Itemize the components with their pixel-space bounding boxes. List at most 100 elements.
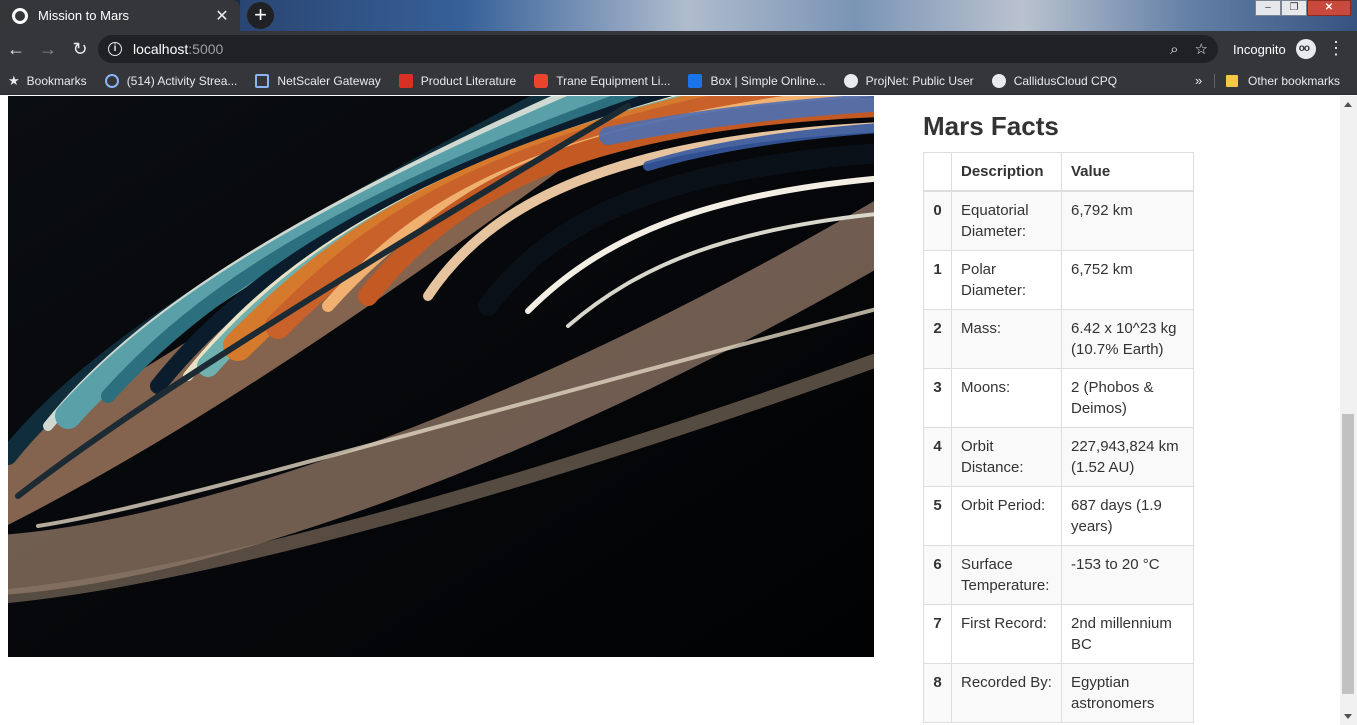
row-description: First Record:	[951, 604, 1062, 664]
row-index: 8	[923, 663, 952, 723]
row-description: Orbit Period:	[951, 486, 1062, 546]
chevron-right-icon[interactable]: »	[1195, 67, 1202, 95]
rings-image	[8, 96, 874, 657]
other-bookmarks-label: Other bookmarks	[1248, 74, 1341, 88]
back-button[interactable]: ←	[0, 33, 32, 65]
globe-icon	[12, 7, 28, 24]
folder-icon	[1226, 75, 1238, 87]
bookmarks-bar: ★ Bookmarks (514) Activity Strea... NetS…	[0, 67, 1357, 95]
restore-button[interactable]: ❐	[1281, 0, 1307, 16]
row-description: Surface Temperature:	[951, 545, 1062, 605]
row-description: Orbit Distance:	[951, 427, 1062, 487]
trane-icon	[534, 73, 549, 88]
box-icon	[688, 73, 703, 88]
menu-icon[interactable]: ⋮	[1327, 31, 1345, 67]
tab-strip: Mission to Mars ✕ + – ❐ ✕	[0, 0, 1357, 31]
tab-title: Mission to Mars	[38, 8, 130, 23]
row-value: 6,792 km	[1061, 190, 1194, 251]
row-value: -153 to 20 °C	[1061, 545, 1194, 605]
bookmark-item-product-literature[interactable]: Product Literature	[398, 67, 517, 95]
reload-button[interactable]: ↻	[64, 33, 96, 65]
bookmark-label: (514) Activity Strea...	[126, 73, 238, 88]
table-row: 6 Surface Temperature: -153 to 20 °C	[923, 545, 1194, 605]
bookmark-item-activity-stream[interactable]: (514) Activity Strea...	[104, 67, 238, 95]
table-row: 7 First Record: 2nd millennium BC	[923, 604, 1194, 664]
page-scrollbar[interactable]	[1340, 96, 1357, 725]
row-index: 1	[923, 250, 952, 310]
bookmark-item-projnet[interactable]: ProjNet: Public User	[843, 67, 974, 95]
row-index: 6	[923, 545, 952, 605]
row-value: 2 (Phobos & Deimos)	[1061, 368, 1194, 428]
tab-mission-to-mars[interactable]: Mission to Mars ✕	[0, 0, 240, 31]
bookmark-label: Box | Simple Online...	[710, 73, 826, 88]
bookmark-item-calliduscloud[interactable]: CallidusCloud CPQ	[991, 67, 1118, 95]
bookmark-label: CallidusCloud CPQ	[1013, 73, 1118, 88]
table-row: 8 Recorded By: Egyptian astronomers	[923, 663, 1194, 723]
incognito-label: Incognito	[1233, 41, 1286, 57]
column-header-description: Description	[951, 152, 1062, 192]
bookmark-label: Bookmarks	[26, 73, 87, 88]
featured-image	[8, 96, 874, 657]
address-bar[interactable]: i localhost:5000 ⌕ ☆	[98, 35, 1218, 63]
row-index: 7	[923, 604, 952, 664]
row-value: 6,752 km	[1061, 250, 1194, 310]
table-row: 5 Orbit Period: 687 days (1.9 years)	[923, 486, 1194, 546]
minimize-button[interactable]: –	[1255, 0, 1281, 16]
row-description: Mass:	[951, 309, 1062, 369]
scroll-down-arrow-icon[interactable]	[1344, 714, 1352, 719]
bookmarks-divider	[1214, 74, 1215, 88]
row-value: 687 days (1.9 years)	[1061, 486, 1194, 546]
table-row: 4 Orbit Distance: 227,943,824 km (1.52 A…	[923, 427, 1194, 487]
star-icon: ★	[8, 72, 20, 88]
row-value: Egyptian astronomers	[1061, 663, 1194, 723]
row-index: 0	[923, 190, 952, 251]
bookmark-item-netscaler[interactable]: NetScaler Gateway	[255, 67, 381, 95]
column-header-index	[923, 152, 952, 192]
zoom-icon[interactable]: ⌕	[1170, 41, 1178, 58]
row-description: Equatorial Diameter:	[951, 190, 1062, 251]
bookmark-label: NetScaler Gateway	[277, 73, 381, 88]
globe-icon	[991, 73, 1006, 88]
row-value: 2nd millennium BC	[1061, 604, 1194, 664]
activity-icon	[104, 73, 119, 88]
trane-icon	[398, 73, 413, 88]
row-description: Polar Diameter:	[951, 250, 1062, 310]
row-value: 6.42 x 10^23 kg (10.7% Earth)	[1061, 309, 1194, 369]
bookmark-item-bookmarks[interactable]: ★ Bookmarks	[0, 67, 87, 95]
table-row: 1 Polar Diameter: 6,752 km	[923, 250, 1194, 310]
table-row: 2 Mass: 6.42 x 10^23 kg (10.7% Earth)	[923, 309, 1194, 369]
other-bookmarks[interactable]: Other bookmarks	[1226, 67, 1340, 95]
page-viewport: Mars Facts Description Value 0 Equatoria…	[0, 96, 1340, 725]
info-icon[interactable]: i	[108, 42, 122, 56]
row-index: 2	[923, 309, 952, 369]
row-value: 227,943,824 km (1.52 AU)	[1061, 427, 1194, 487]
mars-facts-title: Mars Facts	[923, 111, 1059, 141]
scroll-up-arrow-icon[interactable]	[1344, 102, 1352, 107]
forward-button[interactable]: →	[32, 33, 64, 65]
bookmark-item-box[interactable]: Box | Simple Online...	[688, 67, 826, 95]
row-index: 3	[923, 368, 952, 428]
bookmark-star-icon[interactable]: ☆	[1195, 40, 1208, 58]
bookmark-label: Product Literature	[420, 73, 517, 88]
url-host: localhost	[133, 41, 189, 57]
globe-icon	[843, 73, 858, 88]
desktop-background	[240, 0, 1357, 31]
new-tab-button[interactable]: +	[247, 2, 274, 29]
browser-toolbar: ← → ↻ i localhost:5000 ⌕ ☆ Incognito ⋮	[0, 31, 1357, 67]
incognito-indicator[interactable]: Incognito	[1233, 31, 1316, 67]
scrollbar-thumb[interactable]	[1342, 414, 1354, 694]
row-description: Moons:	[951, 368, 1062, 428]
close-icon[interactable]: ✕	[210, 6, 234, 26]
bookmark-item-trane-equipment[interactable]: Trane Equipment Li...	[534, 67, 670, 95]
table-row: 3 Moons: 2 (Phobos & Deimos)	[923, 368, 1194, 428]
window-close-button[interactable]: ✕	[1307, 0, 1351, 16]
table-header-row: Description Value	[923, 152, 1194, 192]
bookmark-label: Trane Equipment Li...	[556, 73, 671, 88]
incognito-icon	[1295, 39, 1316, 59]
lock-icon	[255, 73, 270, 88]
table-row: 0 Equatorial Diameter: 6,792 km	[923, 190, 1194, 251]
bookmark-label: ProjNet: Public User	[865, 73, 974, 88]
row-index: 4	[923, 427, 952, 487]
row-index: 5	[923, 486, 952, 546]
url-port: :5000	[188, 41, 224, 57]
